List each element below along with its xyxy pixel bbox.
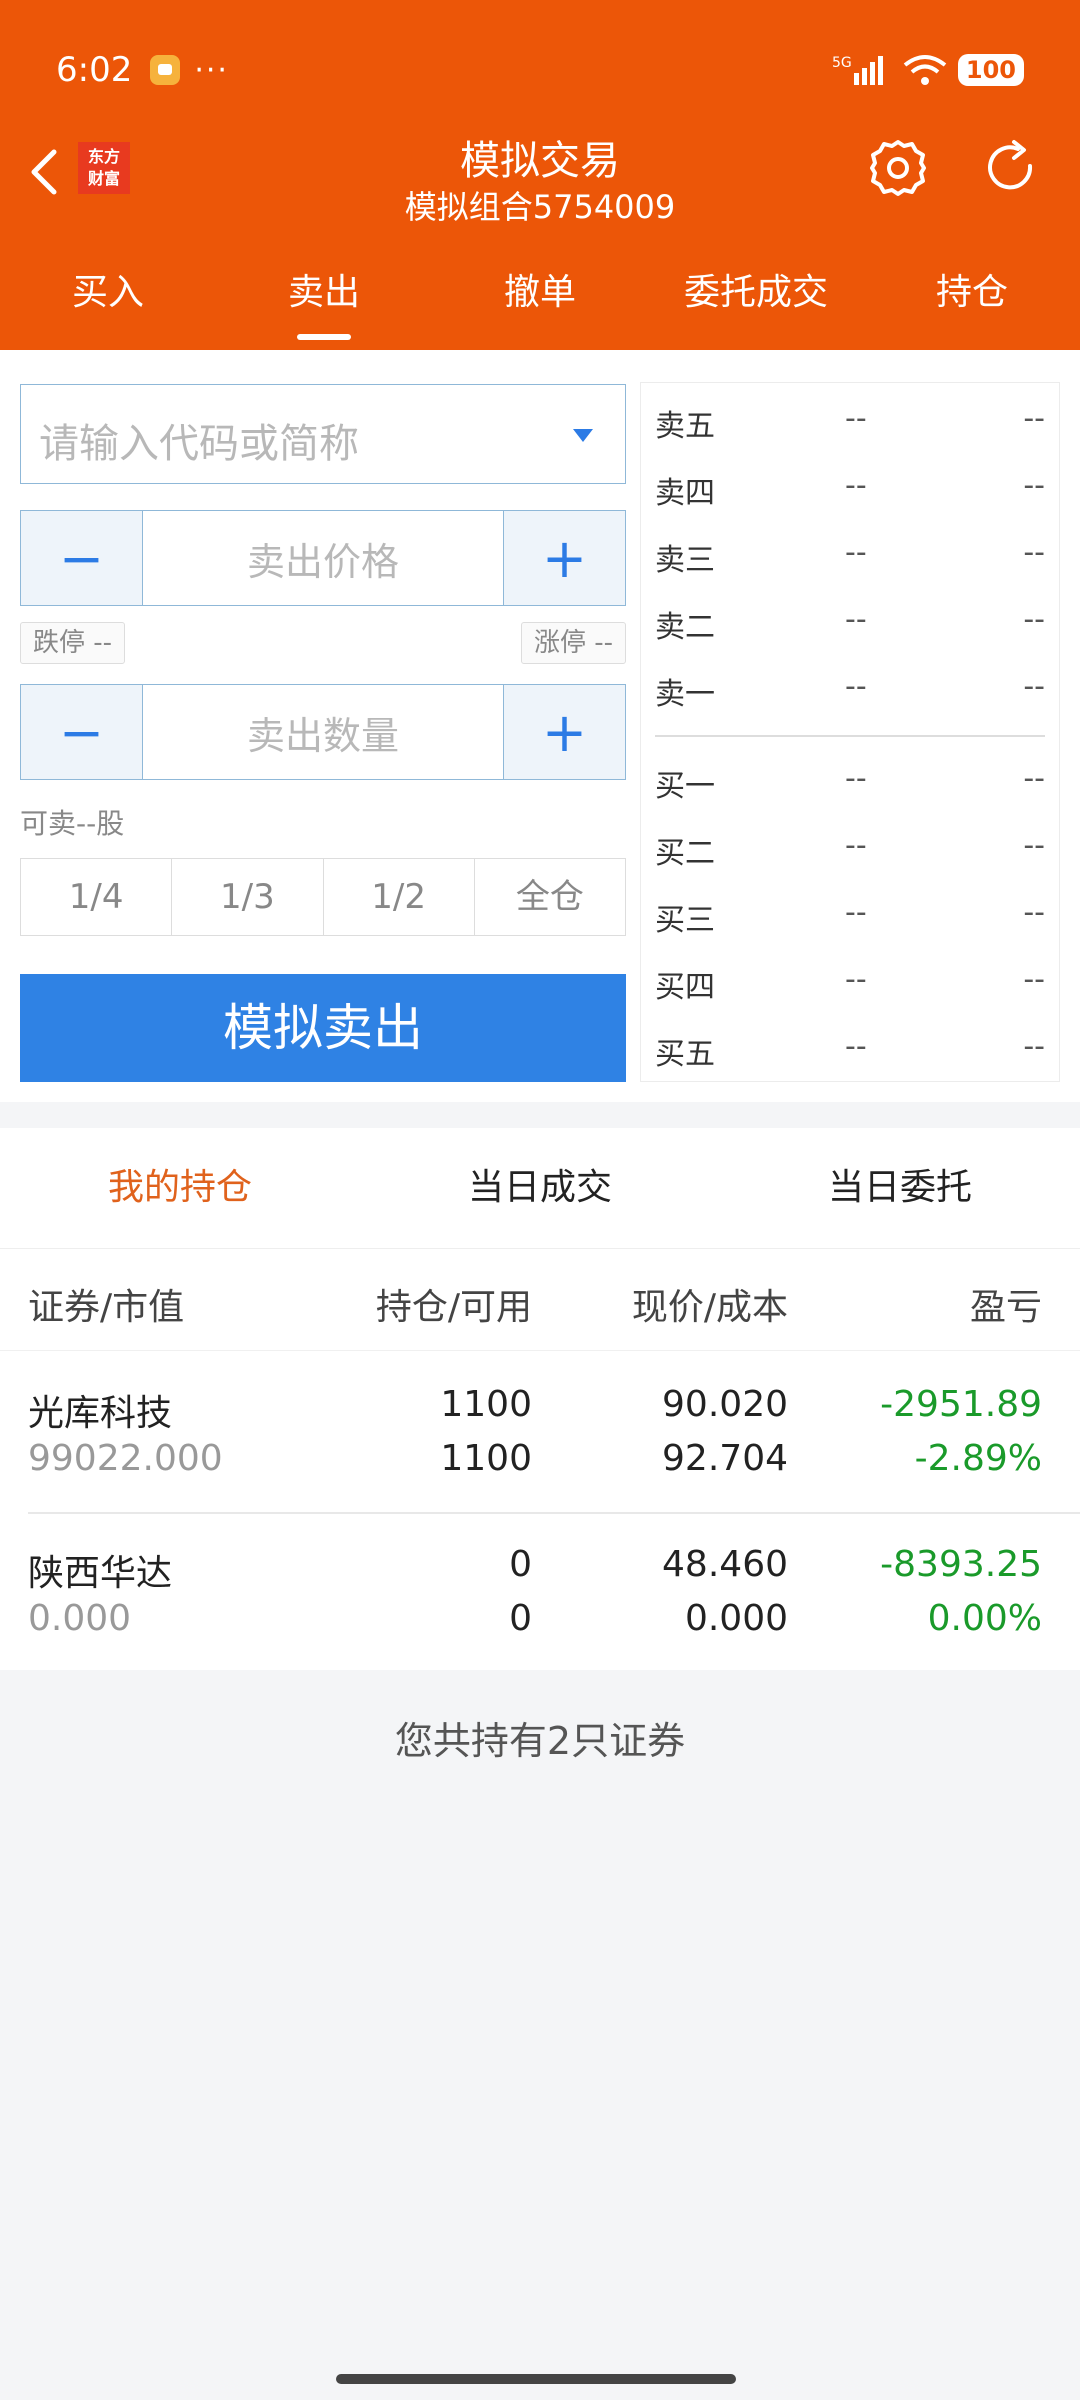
tab-my-positions[interactable]: 我的持仓 (0, 1128, 360, 1248)
qty-minus-button[interactable]: − (21, 685, 143, 779)
table-row[interactable]: 陕西华达 0.000 0 0 48.460 0.000 -8393.25 0.0… (0, 1514, 1080, 1672)
ratio-half-button[interactable]: 1/2 (324, 859, 475, 935)
search-placeholder: 请输入代码或简称 (39, 421, 359, 467)
ask-row-3: 卖三 -- -- (655, 535, 1045, 578)
limit-down-badge: 跌停 -- (20, 622, 126, 664)
status-bar: 6:02 ··· 5G 100 (56, 40, 1024, 100)
wifi-icon (903, 55, 947, 85)
tab-orders[interactable]: 委托成交 (648, 255, 864, 350)
bid-row-5: 买五 -- -- (655, 1029, 1045, 1072)
bid-row-3: 买三 -- -- (655, 895, 1045, 938)
notification-icon (150, 55, 181, 85)
row-divider (28, 1512, 1080, 1514)
bid-row-1: 买一 -- -- (655, 761, 1045, 804)
current-price: 48.460 (662, 1544, 788, 1585)
ratio-all-button[interactable]: 全仓 (475, 859, 625, 935)
network-label: 5G (832, 55, 852, 71)
security-name: 光库科技 (28, 1393, 173, 1434)
limit-up-badge: 涨停 -- (520, 622, 626, 664)
ratio-third-button[interactable]: 1/3 (172, 859, 324, 935)
current-price: 90.020 (662, 1384, 788, 1425)
qty-plus-button[interactable]: + (503, 685, 625, 779)
market-value: 0.000 (28, 1598, 132, 1639)
tab-sell[interactable]: 卖出 (216, 255, 432, 350)
simulate-sell-button[interactable]: 模拟卖出 (20, 974, 626, 1082)
cost-price: 0.000 (684, 1598, 788, 1639)
positions-table-header: 证券/市值 持仓/可用 现价/成本 盈亏 (0, 1250, 1080, 1351)
ratio-quarter-button[interactable]: 1/4 (21, 859, 173, 935)
nav-bar: 东方 财富 模拟交易 模拟组合5754009 (0, 120, 1080, 240)
bid-row-4: 买四 -- -- (655, 962, 1045, 1005)
table-row[interactable]: 光库科技 99022.000 1100 1100 90.020 92.704 -… (0, 1354, 1080, 1512)
pnl-percent: -2.89% (914, 1438, 1042, 1479)
header-security: 证券/市值 (28, 1287, 185, 1328)
price-plus-button[interactable]: + (503, 511, 625, 605)
positions-panel: 我的持仓 当日成交 当日委托 证券/市值 持仓/可用 现价/成本 盈亏 光库科技… (0, 1128, 1080, 1670)
bid-row-2: 买二 -- -- (655, 828, 1045, 871)
ask-row-2: 卖二 -- -- (655, 602, 1045, 645)
stock-search-input[interactable]: 请输入代码或简称 (20, 384, 626, 484)
cost-price: 92.704 (662, 1438, 788, 1479)
sell-form-panel: 请输入代码或简称 − 卖出价格 + 跌停 -- 涨停 -- − 卖出数量 + 可… (0, 350, 1080, 1102)
more-notifications: ··· (194, 52, 229, 88)
positions-tabs: 我的持仓 当日成交 当日委托 (0, 1128, 1080, 1249)
battery-indicator: 100 (957, 54, 1024, 86)
refresh-icon[interactable] (978, 136, 1042, 200)
home-indicator[interactable] (336, 2374, 736, 2384)
header-pnl: 盈亏 (969, 1287, 1042, 1328)
pnl-percent: 0.00% (927, 1598, 1042, 1639)
quantity-input[interactable]: 卖出数量 (143, 685, 503, 779)
tab-today-trades[interactable]: 当日成交 (360, 1128, 720, 1248)
price-minus-button[interactable]: − (21, 511, 143, 605)
trade-tabs: 买入 卖出 撤单 委托成交 持仓 (0, 255, 1080, 350)
quantity-stepper: − 卖出数量 + (20, 684, 626, 780)
order-book: 卖五 -- -- 卖四 -- -- 卖三 -- -- 卖二 -- -- 卖一 -- -- 买一 -- -… (640, 382, 1060, 1082)
tab-today-orders[interactable]: 当日委托 (720, 1128, 1080, 1248)
header-price: 现价/成本 (631, 1287, 788, 1328)
security-name: 陕西华达 (28, 1553, 173, 1594)
ask-row-4: 卖四 -- -- (655, 468, 1045, 511)
price-stepper: − 卖出价格 + (20, 510, 626, 606)
ask-row-5: 卖五 -- -- (655, 401, 1045, 444)
pnl-amount: -8393.25 (880, 1544, 1042, 1585)
position-ratio-selector: 1/4 1/3 1/2 全仓 (20, 858, 626, 936)
price-input[interactable]: 卖出价格 (143, 511, 503, 605)
ask-row-1: 卖一 -- -- (655, 669, 1045, 712)
app-header: 6:02 ··· 5G 100 东方 财富 模拟交易 模拟组合5754009 买… (0, 0, 1080, 350)
gear-icon[interactable] (866, 136, 930, 200)
market-value: 99022.000 (28, 1438, 223, 1479)
tab-buy[interactable]: 买入 (0, 255, 216, 350)
available-qty: 1100 (440, 1438, 532, 1479)
holding-qty: 0 (509, 1544, 532, 1585)
available-qty: 0 (509, 1598, 532, 1639)
tab-cancel[interactable]: 撤单 (432, 255, 648, 350)
order-book-divider (655, 735, 1045, 737)
status-time: 6:02 (56, 50, 133, 90)
signal-icon: 5G (832, 55, 883, 85)
header-holding: 持仓/可用 (375, 1287, 532, 1328)
dropdown-arrow-icon[interactable] (573, 429, 593, 442)
tab-holdings[interactable]: 持仓 (864, 255, 1080, 350)
pnl-amount: -2951.89 (880, 1384, 1042, 1425)
holdings-summary: 您共持有2只证券 (394, 1719, 686, 1763)
available-shares: 可卖--股 (20, 807, 125, 840)
holding-qty: 1100 (440, 1384, 532, 1425)
